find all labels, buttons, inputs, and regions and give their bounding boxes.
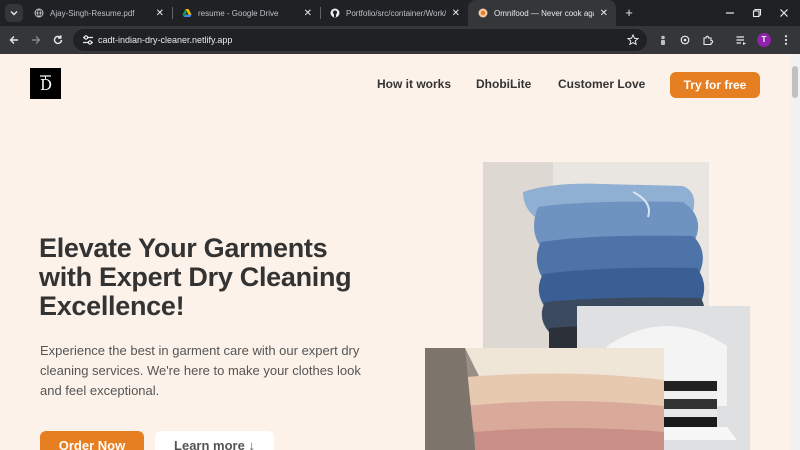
nav-customer-love[interactable]: Customer Love bbox=[558, 76, 645, 92]
tab-title: Portfolio/src/container/Work/W bbox=[346, 8, 446, 18]
restore-button[interactable] bbox=[747, 4, 767, 22]
browser-menu-button[interactable] bbox=[777, 31, 795, 49]
tab-search-button[interactable] bbox=[5, 4, 23, 22]
page-scrollbar[interactable] bbox=[790, 54, 800, 450]
arrow-right-icon bbox=[32, 36, 41, 44]
order-now-button[interactable]: Order Now bbox=[40, 431, 144, 450]
google-drive-icon bbox=[182, 8, 192, 18]
close-tab-icon[interactable]: ✕ bbox=[304, 8, 312, 19]
site-settings-icon[interactable] bbox=[81, 33, 95, 47]
tab-resume-pdf[interactable]: Ajay-Singh-Resume.pdf ✕ bbox=[24, 0, 172, 26]
restore-icon bbox=[752, 8, 762, 18]
reload-icon bbox=[53, 35, 63, 45]
extension-2-button[interactable] bbox=[676, 31, 694, 49]
site-logo[interactable]: D bbox=[30, 68, 61, 99]
close-tab-icon[interactable]: ✕ bbox=[600, 8, 608, 19]
url-text: cadt-indian-dry-cleaner.netlify.app bbox=[98, 35, 233, 45]
forward-button[interactable] bbox=[27, 31, 45, 49]
settings-gear-icon bbox=[680, 35, 690, 45]
minimize-button[interactable] bbox=[720, 4, 740, 22]
tab-google-drive[interactable]: resume - Google Drive ✕ bbox=[172, 0, 320, 26]
close-tab-icon[interactable]: ✕ bbox=[156, 8, 164, 19]
hero-title: Elevate Your Garments with Expert Dry Cl… bbox=[39, 233, 352, 321]
tab-title: Omnifood — Never cook again! bbox=[494, 8, 594, 18]
logo-letter: D bbox=[40, 76, 53, 94]
tab-title: resume - Google Drive bbox=[198, 8, 279, 18]
hero-image-sweaters bbox=[425, 348, 664, 450]
extension-person-icon bbox=[661, 35, 665, 45]
try-for-free-button[interactable]: Try for free bbox=[670, 72, 760, 98]
media-controls-button[interactable] bbox=[732, 31, 750, 49]
media-queue-icon bbox=[736, 36, 746, 45]
back-button[interactable] bbox=[5, 31, 23, 49]
extensions-button[interactable] bbox=[699, 31, 717, 49]
extension-1-button[interactable] bbox=[654, 31, 672, 49]
github-icon bbox=[330, 8, 340, 18]
close-window-button[interactable] bbox=[774, 4, 794, 22]
close-icon bbox=[780, 9, 788, 17]
tab-strip: Ajay-Singh-Resume.pdf ✕ resume - Google … bbox=[0, 0, 800, 26]
address-bar[interactable]: cadt-indian-dry-cleaner.netlify.app bbox=[73, 29, 647, 51]
globe-icon bbox=[34, 8, 44, 18]
more-vertical-icon bbox=[784, 35, 788, 45]
learn-more-button[interactable]: Learn more ↓ bbox=[155, 431, 274, 450]
bookmark-star-icon[interactable] bbox=[626, 31, 640, 51]
nav-how-it-works[interactable]: How it works bbox=[377, 76, 451, 92]
hero-description: Experience the best in garment care with… bbox=[40, 343, 361, 398]
tab-omnifood[interactable]: Omnifood — Never cook again! ✕ bbox=[468, 0, 616, 26]
tab-title: Ajay-Singh-Resume.pdf bbox=[50, 8, 135, 18]
browser-toolbar: cadt-indian-dry-cleaner.netlify.app T bbox=[0, 26, 800, 54]
site-favicon-icon bbox=[478, 8, 488, 18]
minimize-icon bbox=[726, 12, 734, 14]
profile-avatar[interactable]: T bbox=[757, 33, 771, 47]
arrow-left-icon bbox=[9, 36, 18, 44]
chevron-down-icon bbox=[10, 11, 18, 16]
nav-dhobilite[interactable]: DhobiLite bbox=[476, 76, 531, 92]
close-tab-icon[interactable]: ✕ bbox=[452, 8, 460, 19]
reload-button[interactable] bbox=[49, 31, 67, 49]
tab-github-portfolio[interactable]: Portfolio/src/container/Work/W ✕ bbox=[320, 0, 468, 26]
puzzle-piece-icon bbox=[703, 35, 714, 46]
scrollbar-thumb[interactable] bbox=[792, 66, 798, 98]
new-tab-button[interactable]: + bbox=[621, 4, 637, 22]
page-viewport: D How it works DhobiLite Customer Love T… bbox=[0, 54, 790, 450]
